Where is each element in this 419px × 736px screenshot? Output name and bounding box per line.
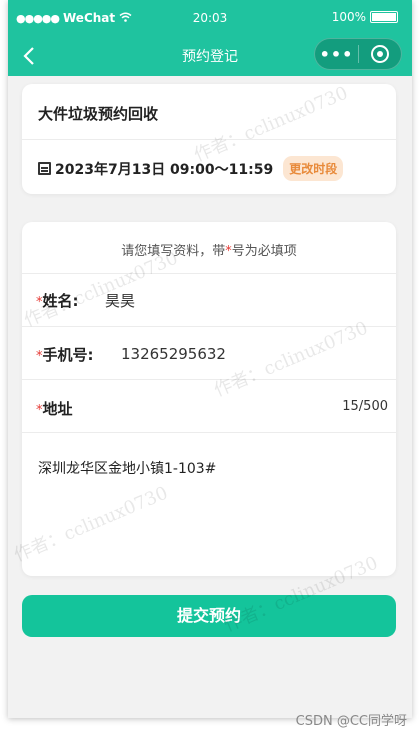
form-hint: 请您填写资料，带*号为必填项 xyxy=(22,240,396,259)
phone-label-text: 手机号: xyxy=(42,346,94,364)
appointment-time: 2023年7月13日 09:00～11:59 更改时段 xyxy=(38,156,344,181)
phone-input[interactable]: 13265295632 xyxy=(121,345,226,363)
mini-program-capsule: ••• xyxy=(314,38,402,70)
top-bar: ●●●●● WeChat 20:03 100% 预约登记 ••• xyxy=(8,0,412,76)
hint-suffix: 号为必填项 xyxy=(231,244,297,259)
status-bar: ●●●●● WeChat 20:03 100% xyxy=(8,0,412,36)
calendar-icon xyxy=(38,162,51,175)
divider xyxy=(22,326,396,327)
csdn-credit: CSDN @CC同学呀 xyxy=(295,714,407,729)
divider xyxy=(22,432,396,433)
battery-percent: 100% xyxy=(331,10,366,24)
address-label-text: 地址 xyxy=(42,400,73,418)
close-mini-program-icon[interactable] xyxy=(359,39,401,69)
divider xyxy=(22,273,396,274)
submit-button[interactable]: 提交预约 xyxy=(22,595,396,637)
divider xyxy=(22,379,396,380)
address-char-count: 15/500 xyxy=(342,399,388,414)
phone-screen: ●●●●● WeChat 20:03 100% 预约登记 ••• 大件垃圾预约回… xyxy=(8,0,412,718)
name-label-text: 姓名: xyxy=(42,292,79,310)
status-right: 100% xyxy=(332,10,398,24)
change-timeslot-button[interactable]: 更改时段 xyxy=(283,156,344,181)
battery-icon xyxy=(370,11,398,23)
phone-label: *手机号: xyxy=(36,344,94,365)
more-options-icon[interactable]: ••• xyxy=(315,45,358,64)
address-textarea[interactable]: 深圳龙华区金地小镇1-103# xyxy=(38,458,216,478)
name-input[interactable]: 昊昊 xyxy=(105,290,135,311)
nav-bar: 预约登记 ••• xyxy=(8,36,412,76)
address-label: *地址 xyxy=(36,398,73,419)
name-label: *姓名: xyxy=(36,290,79,311)
info-form: 请您填写资料，带*号为必填项 *姓名: 昊昊 *手机号: 13265295632… xyxy=(22,222,396,576)
hint-prefix: 请您填写资料，带 xyxy=(121,244,226,259)
service-card: 大件垃圾预约回收 2023年7月13日 09:00～11:59 更改时段 xyxy=(22,84,396,194)
divider xyxy=(22,139,396,140)
appointment-datetime: 2023年7月13日 09:00～11:59 xyxy=(55,161,274,178)
service-title: 大件垃圾预约回收 xyxy=(38,105,159,123)
